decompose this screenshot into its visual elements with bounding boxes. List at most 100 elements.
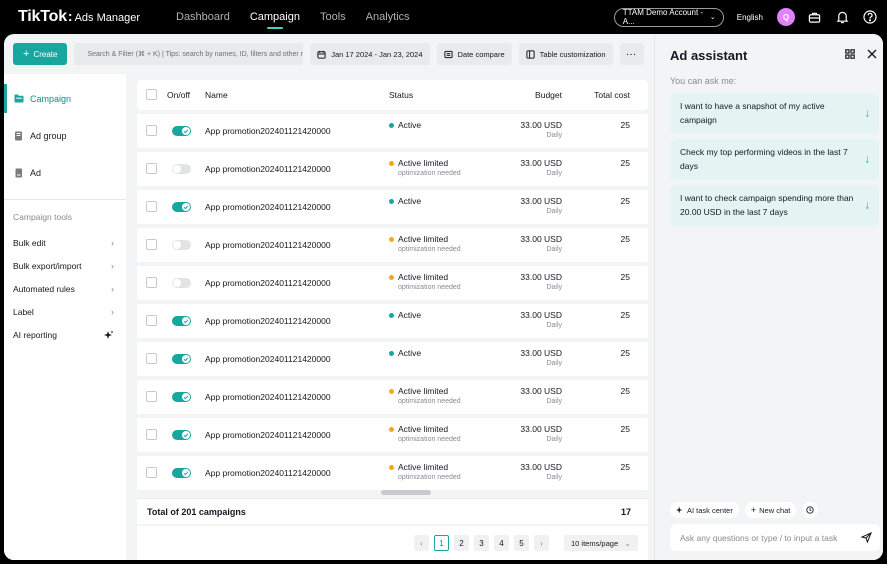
- assistant-chat-input[interactable]: [670, 524, 880, 551]
- ad-icon: [15, 168, 22, 177]
- row-checkbox[interactable]: [146, 163, 157, 174]
- next-page-button[interactable]: ›: [534, 535, 549, 551]
- sidebar-tool-automated-rules[interactable]: Automated rules ›: [4, 277, 126, 300]
- search-input[interactable]: Search & Filter (⌘ + K) | Tips: search b…: [74, 43, 304, 65]
- sidebar-tool-ai-reporting[interactable]: AI reporting: [4, 323, 126, 346]
- campaign-toggle[interactable]: [172, 354, 191, 364]
- table-customization-button[interactable]: Table customization: [518, 43, 613, 65]
- header-budget[interactable]: Budget: [535, 90, 562, 100]
- date-range-picker[interactable]: Jan 17 2024 - Jan 23, 2024: [310, 43, 430, 65]
- page-5-button[interactable]: 5: [514, 535, 529, 551]
- campaign-toggle[interactable]: [172, 316, 191, 326]
- new-chat-button[interactable]: + New chat: [744, 502, 797, 518]
- help-icon[interactable]: [861, 8, 879, 26]
- bell-icon[interactable]: [833, 8, 851, 26]
- check-icon: [183, 471, 189, 476]
- page-3-button[interactable]: 3: [474, 535, 489, 551]
- campaign-name[interactable]: App promotion202401121420000: [205, 392, 331, 402]
- account-switcher[interactable]: TTAM Demo Account - A... ⌄: [613, 7, 724, 27]
- row-checkbox[interactable]: [146, 201, 157, 212]
- sidebar-item-ad[interactable]: Ad: [4, 154, 126, 191]
- page-4-button[interactable]: 4: [494, 535, 509, 551]
- chat-input-field[interactable]: [680, 532, 855, 543]
- row-checkbox[interactable]: [146, 429, 157, 440]
- header-status[interactable]: Status: [389, 90, 413, 100]
- campaign-table: On/off Name Status Budget Total cost App…: [137, 80, 648, 560]
- tool-label: Label: [13, 306, 34, 317]
- table-row[interactable]: App promotion202401121420000 Active 33.00 …: [137, 190, 648, 224]
- briefcase-icon[interactable]: [805, 8, 823, 26]
- row-checkbox[interactable]: [146, 467, 157, 478]
- table-row[interactable]: App promotion202401121420000 Active limit…: [137, 418, 648, 452]
- suggestion-card[interactable]: Check my top performing videos in the la…: [670, 139, 879, 180]
- nav-tools[interactable]: Tools: [310, 0, 356, 34]
- avatar[interactable]: Q: [777, 8, 795, 26]
- sidebar-item-label: Ad: [30, 167, 42, 178]
- campaign-name[interactable]: App promotion202401121420000: [205, 316, 331, 326]
- table-row[interactable]: App promotion202401121420000 Active 33.00 …: [137, 304, 648, 338]
- nav-campaign[interactable]: Campaign: [240, 0, 310, 34]
- campaign-name[interactable]: App promotion202401121420000: [205, 240, 331, 250]
- row-checkbox[interactable]: [146, 315, 157, 326]
- select-all-checkbox[interactable]: [146, 89, 157, 100]
- history-button[interactable]: [802, 502, 819, 518]
- table-row[interactable]: App promotion202401121420000 Active limit…: [137, 266, 648, 300]
- sidebar-tool-bulk-export[interactable]: Bulk export/import ›: [4, 254, 126, 277]
- row-checkbox[interactable]: [146, 239, 157, 250]
- campaign-toggle[interactable]: [172, 430, 191, 440]
- campaign-toggle[interactable]: [172, 202, 191, 212]
- create-button[interactable]: + Create: [13, 43, 68, 65]
- campaign-toggle[interactable]: [172, 278, 191, 288]
- campaign-name[interactable]: App promotion202401121420000: [205, 164, 331, 174]
- grid-icon[interactable]: [845, 49, 855, 59]
- suggestion-card[interactable]: I want to have a snapshot of my active c…: [670, 93, 879, 134]
- sidebar-item-campaign[interactable]: Campaign: [4, 80, 126, 117]
- send-icon[interactable]: [861, 532, 872, 543]
- table-row[interactable]: App promotion202401121420000 Active limit…: [137, 152, 648, 186]
- status-subtext: optimization needed: [398, 246, 461, 253]
- campaign-name[interactable]: App promotion202401121420000: [205, 430, 331, 440]
- campaign-name[interactable]: App promotion202401121420000: [205, 278, 331, 288]
- sidebar-item-ad-group[interactable]: Ad group: [4, 117, 126, 154]
- campaign-name[interactable]: App promotion202401121420000: [205, 468, 331, 478]
- campaign-toggle[interactable]: [172, 126, 191, 136]
- row-checkbox[interactable]: [146, 277, 157, 288]
- date-compare-button[interactable]: Date compare: [436, 43, 512, 65]
- horizontal-scrollbar[interactable]: [381, 490, 431, 495]
- campaign-name[interactable]: App promotion202401121420000: [205, 202, 331, 212]
- prev-page-button[interactable]: ‹: [414, 535, 429, 551]
- header-total-cost[interactable]: Total cost: [594, 90, 630, 100]
- row-checkbox[interactable]: [146, 353, 157, 364]
- sidebar-tool-bulk-edit[interactable]: Bulk edit ›: [4, 231, 126, 254]
- row-checkbox[interactable]: [146, 125, 157, 136]
- more-options-button[interactable]: ···: [619, 43, 644, 65]
- close-icon[interactable]: [867, 49, 877, 59]
- tiktok-ads-logo[interactable]: TikTok : Ads Manager: [18, 8, 140, 26]
- sidebar-tool-label[interactable]: Label ›: [4, 300, 126, 323]
- suggestion-text: Check my top performing videos in the la…: [680, 147, 848, 171]
- budget-value: 33.00 USD: [520, 158, 562, 168]
- header-name[interactable]: Name: [205, 90, 228, 100]
- page-1-button[interactable]: 1: [434, 535, 449, 551]
- toggle-knob: [182, 203, 190, 211]
- language-selector[interactable]: English: [737, 13, 763, 22]
- header-onoff[interactable]: On/off: [167, 90, 190, 100]
- suggestion-card[interactable]: I want to check campaign spending more t…: [670, 185, 879, 226]
- table-row[interactable]: App promotion202401121420000 Active 33.00 …: [137, 114, 648, 148]
- table-row[interactable]: App promotion202401121420000 Active limit…: [137, 456, 648, 490]
- campaign-name[interactable]: App promotion202401121420000: [205, 126, 331, 136]
- ai-task-center-button[interactable]: AI task center: [670, 502, 739, 518]
- page-size-select[interactable]: 10 items/page ⌄: [564, 535, 638, 551]
- table-row[interactable]: App promotion202401121420000 Active limit…: [137, 380, 648, 414]
- campaign-toggle[interactable]: [172, 164, 191, 174]
- row-checkbox[interactable]: [146, 391, 157, 402]
- page-2-button[interactable]: 2: [454, 535, 469, 551]
- nav-dashboard[interactable]: Dashboard: [166, 0, 240, 34]
- campaign-toggle[interactable]: [172, 468, 191, 478]
- campaign-toggle[interactable]: [172, 392, 191, 402]
- campaign-toggle[interactable]: [172, 240, 191, 250]
- campaign-name[interactable]: App promotion202401121420000: [205, 354, 331, 364]
- table-row[interactable]: App promotion202401121420000 Active limit…: [137, 228, 648, 262]
- nav-analytics[interactable]: Analytics: [356, 0, 420, 34]
- table-row[interactable]: App promotion202401121420000 Active 33.00 …: [137, 342, 648, 376]
